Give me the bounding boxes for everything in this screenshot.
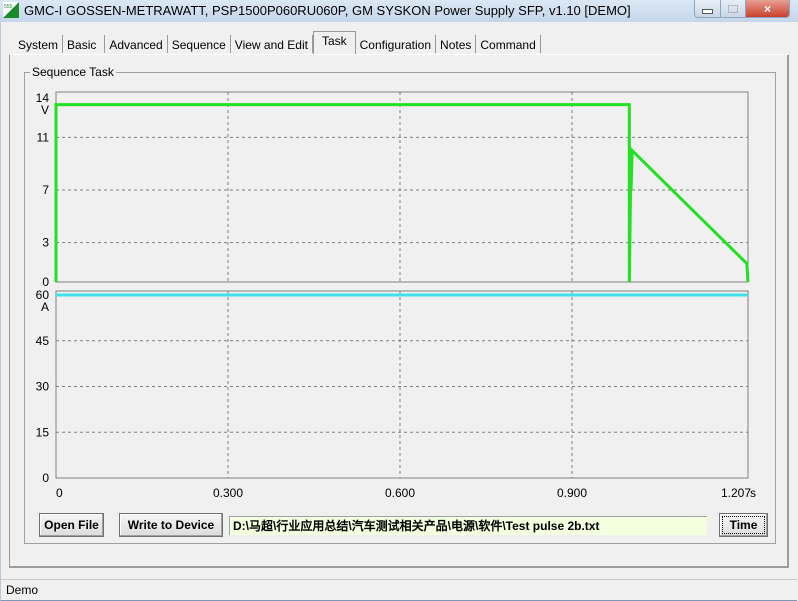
current-plot-frame xyxy=(55,290,749,479)
voltage-trace xyxy=(54,103,750,283)
voltage-ytick-label: 7 xyxy=(42,183,49,197)
x-tick-label: 0.900 xyxy=(557,486,587,500)
tab-task[interactable]: Task xyxy=(312,31,356,54)
voltage-ytick-label: 0 xyxy=(42,275,49,289)
sequence-task-chart: 0371114V 015304560A0 0.300 0.600 0.900 1.207… xyxy=(36,91,756,500)
voltage-ytick-label: 11 xyxy=(37,130,50,144)
voltage-plot-frame xyxy=(55,91,749,283)
current-ytick-label: 0 xyxy=(42,471,49,485)
current-unit-label: A xyxy=(41,300,49,314)
open-file-button[interactable]: Open File xyxy=(39,513,104,537)
x-unit-label: s xyxy=(750,486,756,500)
voltage-plot: 0371114V xyxy=(36,91,750,289)
write-to-device-button[interactable]: Write to Device xyxy=(119,513,223,537)
x-tick-label: 0.300 xyxy=(213,486,243,500)
current-ytick-label: 15 xyxy=(36,425,50,439)
x-tick-label: 1.207 xyxy=(721,486,751,500)
voltage-unit-label: V xyxy=(41,103,49,117)
time-button[interactable]: Time xyxy=(719,513,768,537)
status-text: Demo xyxy=(6,583,39,597)
current-ytick-label: 45 xyxy=(36,334,50,348)
x-tick-label: 0.600 xyxy=(385,486,415,500)
current-ytick-label: 30 xyxy=(36,380,50,394)
current-plot: 015304560A0 0.300 0.600 0.900 1.207s xyxy=(36,288,756,500)
file-path-field[interactable]: D:\马超\行业应用总结\汽车测试相关产品\电源\软件\Test pulse 2… xyxy=(229,516,707,535)
status-bar: Demo xyxy=(0,579,797,601)
voltage-ytick-label: 3 xyxy=(42,236,49,250)
x-tick-label: 0 xyxy=(56,486,63,500)
